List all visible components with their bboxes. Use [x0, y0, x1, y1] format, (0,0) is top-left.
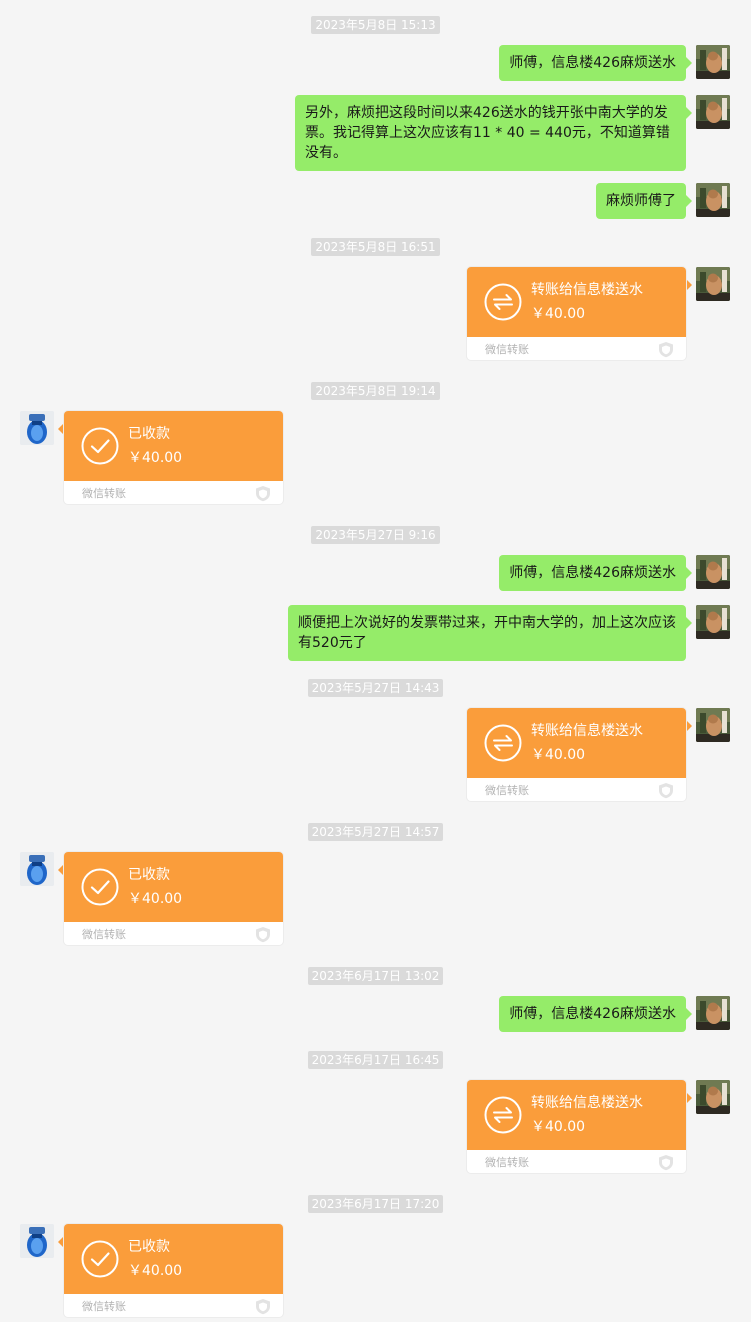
transfer-footer: 微信转账	[82, 928, 126, 941]
my-avatar[interactable]	[696, 45, 730, 79]
transfer-icon	[484, 724, 522, 762]
my-avatar[interactable]	[696, 555, 730, 589]
my-avatar[interactable]	[696, 1080, 730, 1114]
transfer-footer: 微信转账	[485, 1156, 529, 1169]
timestamp: 2023年5月8日 15:13	[0, 14, 751, 34]
timestamp: 2023年5月27日 14:57	[0, 821, 751, 841]
transfer-card[interactable]: 转账给信息楼送水 ￥40.00 微信转账	[467, 708, 686, 801]
contact-avatar[interactable]	[20, 411, 54, 445]
received-card[interactable]: 已收款 ￥40.00 微信转账	[64, 1224, 283, 1317]
message-text: 师傅，信息楼426麻烦送水	[509, 1006, 676, 1022]
timestamp: 2023年5月27日 14:43	[0, 677, 751, 697]
timestamp: 2023年6月17日 16:45	[0, 1049, 751, 1069]
transfer-footer: 微信转账	[82, 1300, 126, 1313]
check-icon	[81, 427, 119, 465]
transfer-footer: 微信转账	[485, 343, 529, 356]
my-avatar[interactable]	[696, 708, 730, 742]
transfer-card[interactable]: 转账给信息楼送水 ￥40.00 微信转账	[467, 1080, 686, 1173]
contact-avatar[interactable]	[20, 1224, 54, 1258]
my-avatar[interactable]	[696, 95, 730, 129]
received-card[interactable]: 已收款 ￥40.00 微信转账	[64, 852, 283, 945]
shield-icon	[255, 1298, 271, 1315]
transfer-amount: ￥40.00	[128, 450, 183, 466]
transfer-title: 转账给信息楼送水	[531, 282, 643, 298]
transfer-title: 已收款	[128, 426, 170, 442]
bubble-tail	[686, 279, 692, 291]
message-text: 顺便把上次说好的发票带过来，开中南大学的，加上这次应该有520元了	[298, 615, 676, 651]
shield-icon	[658, 1154, 674, 1171]
timestamp: 2023年5月27日 9:16	[0, 524, 751, 544]
received-card[interactable]: 已收款 ￥40.00 微信转账	[64, 411, 283, 504]
shield-icon	[255, 485, 271, 502]
contact-avatar[interactable]	[20, 852, 54, 886]
shield-icon	[658, 341, 674, 358]
transfer-amount: ￥40.00	[531, 306, 586, 322]
transfer-footer: 微信转账	[485, 784, 529, 797]
timestamp: 2023年5月8日 19:14	[0, 380, 751, 400]
message-bubble[interactable]: 顺便把上次说好的发票带过来，开中南大学的，加上这次应该有520元了	[288, 605, 692, 661]
shield-icon	[658, 782, 674, 799]
transfer-amount: ￥40.00	[531, 747, 586, 763]
check-icon	[81, 1240, 119, 1278]
my-avatar[interactable]	[696, 267, 730, 301]
message-text: 麻烦师傅了	[606, 193, 676, 209]
my-avatar[interactable]	[696, 605, 730, 639]
transfer-icon	[484, 283, 522, 321]
message-text: 师傅，信息楼426麻烦送水	[509, 55, 676, 71]
transfer-amount: ￥40.00	[128, 891, 183, 907]
message-bubble[interactable]: 另外，麻烦把这段时间以来426送水的钱开张中南大学的发票。我记得算上这次应该有1…	[295, 95, 692, 171]
my-avatar[interactable]	[696, 183, 730, 217]
transfer-card[interactable]: 转账给信息楼送水 ￥40.00 微信转账	[467, 267, 686, 360]
bubble-tail	[686, 1092, 692, 1104]
check-icon	[81, 868, 119, 906]
message-text: 师傅，信息楼426麻烦送水	[509, 565, 676, 581]
transfer-amount: ￥40.00	[128, 1263, 183, 1279]
shield-icon	[255, 926, 271, 943]
message-bubble[interactable]: 麻烦师傅了	[596, 183, 692, 219]
transfer-amount: ￥40.00	[531, 1119, 586, 1135]
my-avatar[interactable]	[696, 996, 730, 1030]
message-bubble[interactable]: 师傅，信息楼426麻烦送水	[499, 996, 692, 1032]
transfer-icon	[484, 1096, 522, 1134]
bubble-tail	[686, 720, 692, 732]
message-bubble[interactable]: 师傅，信息楼426麻烦送水	[499, 555, 692, 591]
timestamp: 2023年6月17日 17:20	[0, 1193, 751, 1213]
message-bubble[interactable]: 师傅，信息楼426麻烦送水	[499, 45, 692, 81]
transfer-footer: 微信转账	[82, 487, 126, 500]
transfer-title: 转账给信息楼送水	[531, 1095, 643, 1111]
transfer-title: 转账给信息楼送水	[531, 723, 643, 739]
timestamp: 2023年6月17日 13:02	[0, 965, 751, 985]
transfer-title: 已收款	[128, 867, 170, 883]
timestamp: 2023年5月8日 16:51	[0, 236, 751, 256]
transfer-title: 已收款	[128, 1239, 170, 1255]
message-text: 另外，麻烦把这段时间以来426送水的钱开张中南大学的发票。我记得算上这次应该有1…	[305, 105, 670, 161]
